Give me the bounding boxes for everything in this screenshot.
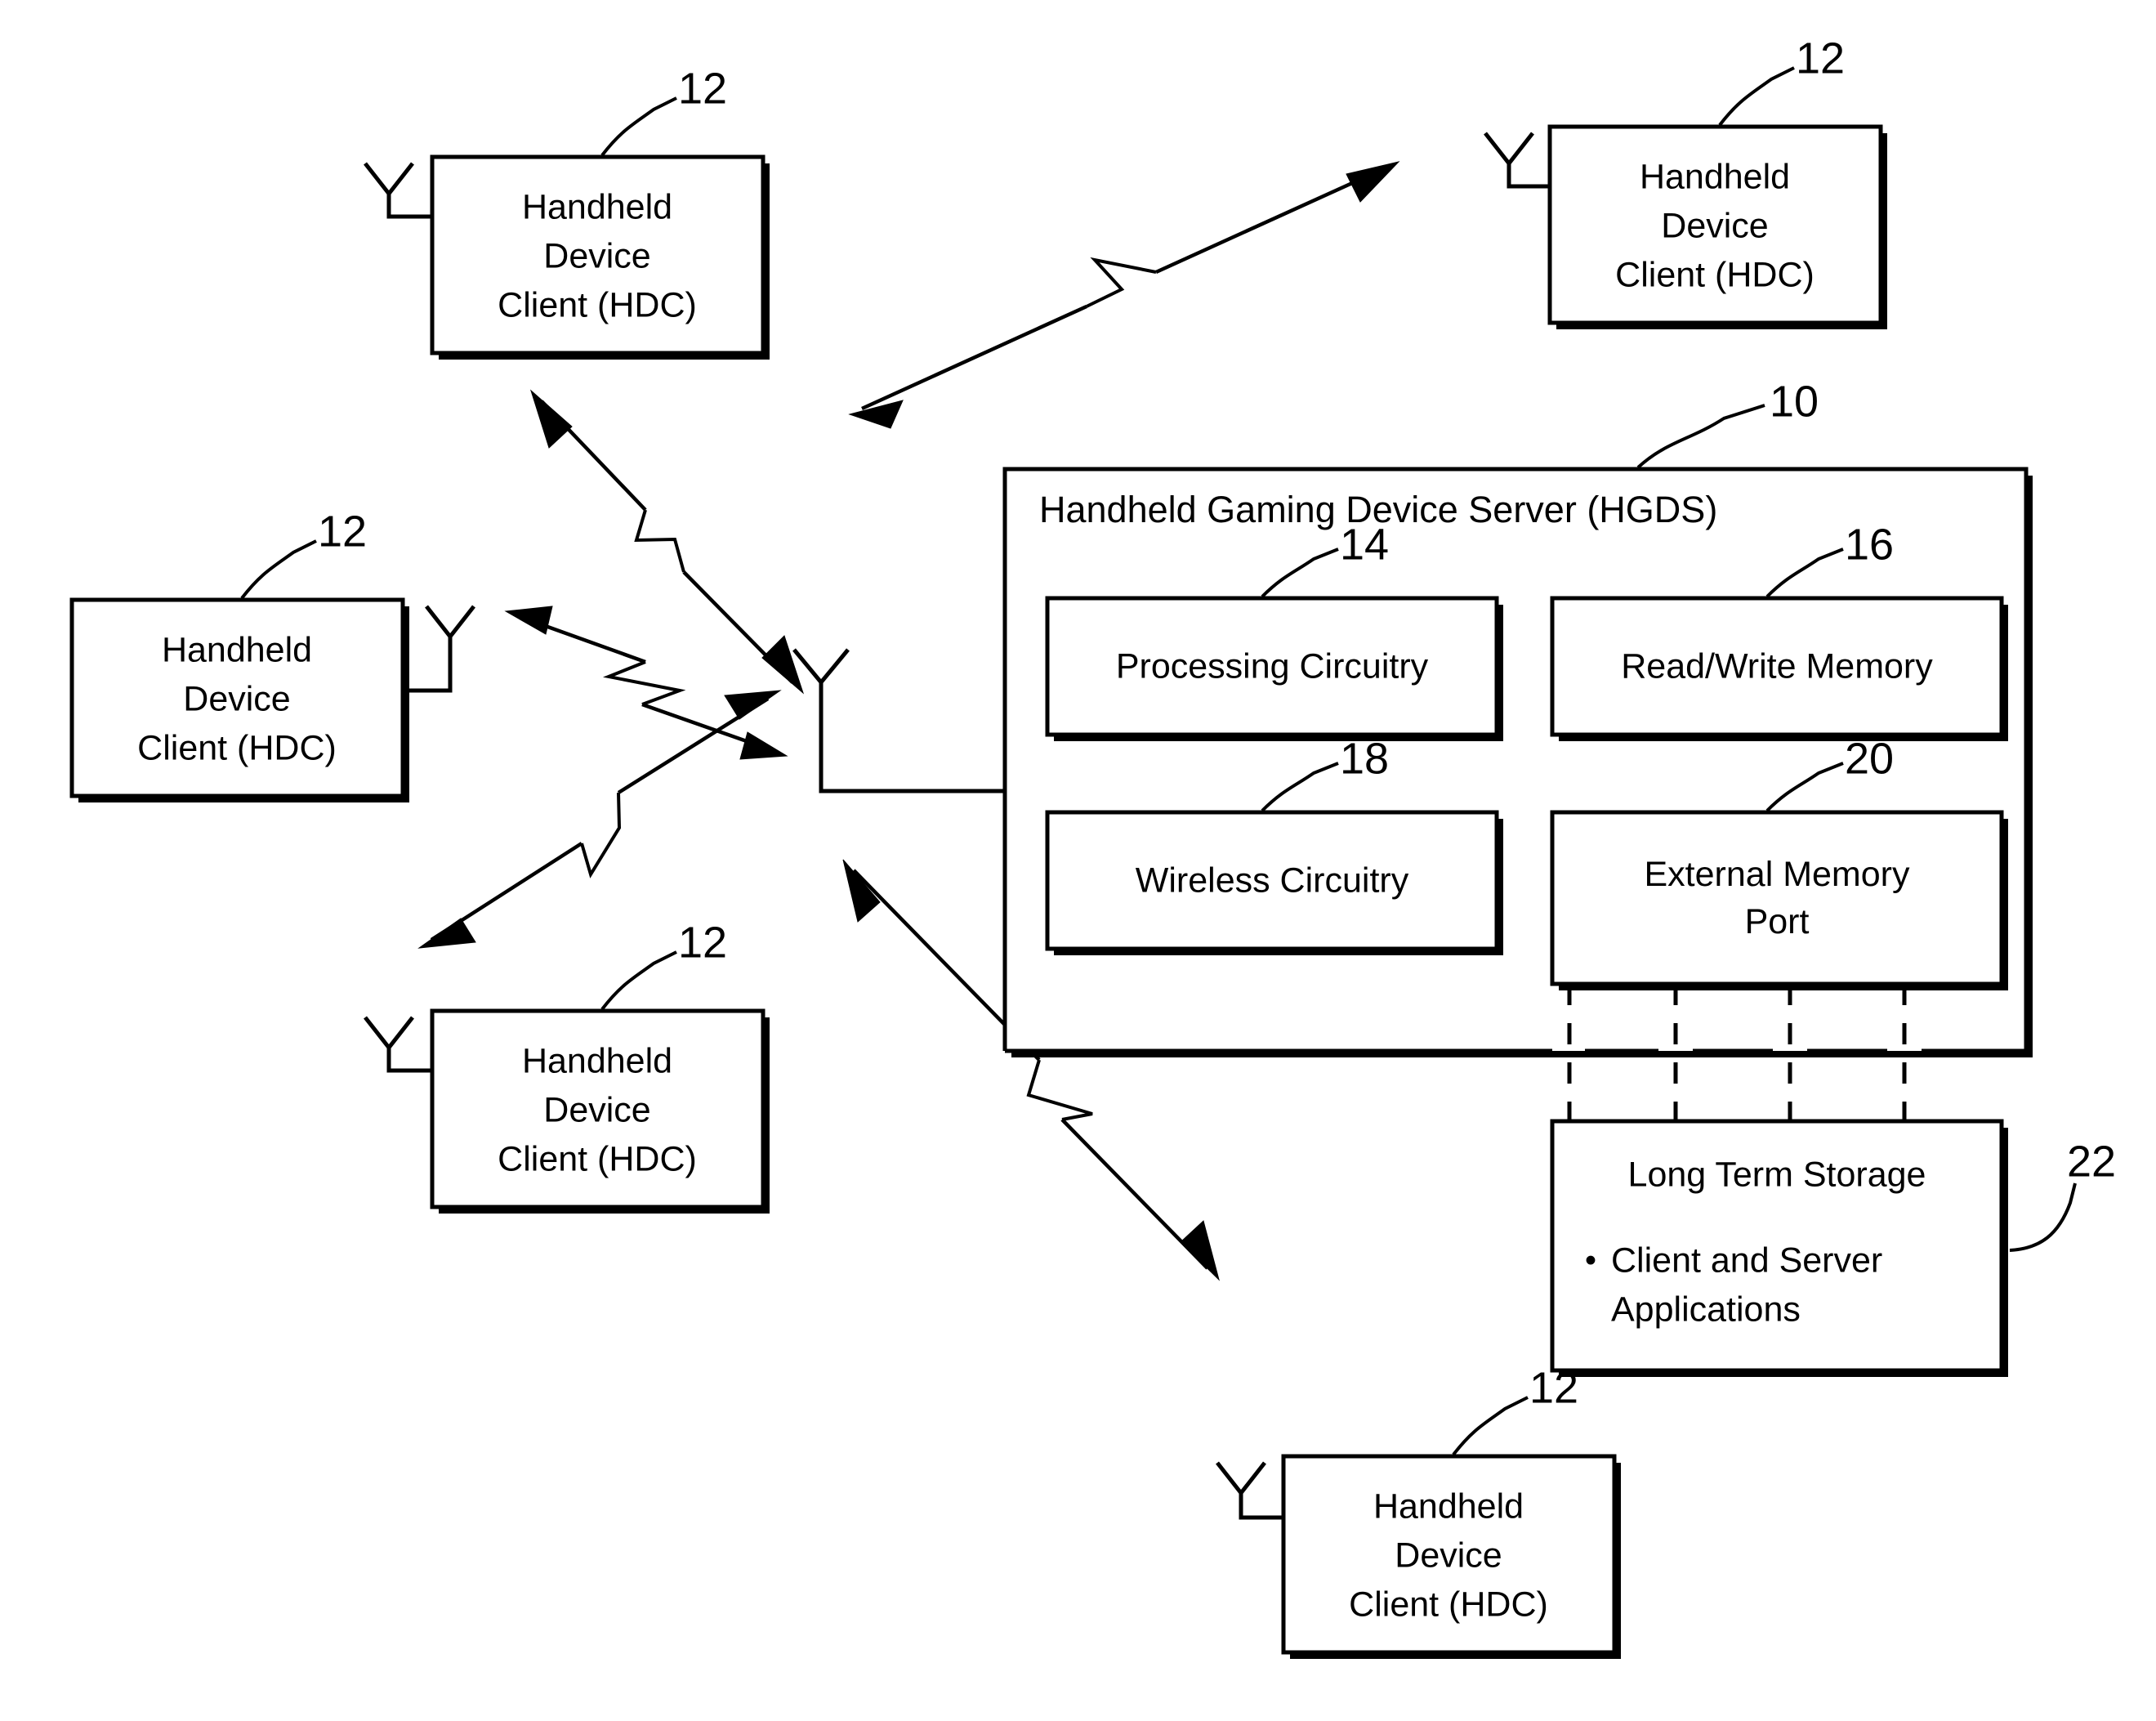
- patent-figure-page: 10 Handheld Gaming Device Server (HGDS) …: [0, 0, 2156, 1721]
- hdc-mid-left-group: Handheld Device Client (HDC) 12: [69, 507, 475, 802]
- hdc-label-line1: Handheld: [522, 187, 672, 226]
- hdc-label-line2: Device: [1395, 1535, 1502, 1575]
- wireless-link-mid-left: [504, 606, 788, 760]
- ref-number-18: 18: [1340, 734, 1389, 783]
- hdc-label-line1: Handheld: [522, 1041, 672, 1080]
- hdc-label-line2: Device: [543, 1090, 650, 1129]
- hdc-lower-left-group: Handheld Device Client (HDC) 12: [364, 918, 770, 1214]
- storage-item-line1: Client and Server: [1611, 1240, 1882, 1280]
- ref-number-12-lower-left: 12: [678, 918, 727, 967]
- ref-number-14: 14: [1340, 520, 1389, 569]
- storage-item-line2: Applications: [1611, 1290, 1801, 1329]
- ref-number-16: 16: [1845, 520, 1894, 569]
- leader-line-10: [1636, 404, 1765, 469]
- antenna-icon-hdc-mid-left: [403, 605, 475, 693]
- component-label-processing-circuitry: Processing Circuitry: [1116, 646, 1429, 686]
- hdc-label-line1: Handheld: [1373, 1486, 1524, 1526]
- ref-number-20: 20: [1845, 734, 1894, 783]
- hdc-label-line3: Client (HDC): [1349, 1585, 1548, 1624]
- leader-line-12-top-right: [1718, 66, 1795, 127]
- antenna-icon-hdc-top-right: [1484, 132, 1551, 189]
- wireless-link-top: [848, 161, 1400, 429]
- antenna-icon-hdc-top-left: [364, 162, 433, 219]
- bullet-glyph: •: [1585, 1243, 1596, 1279]
- ref-number-22: 22: [2067, 1137, 2116, 1186]
- antenna-icon-hdc-bottom: [1216, 1461, 1284, 1520]
- wireless-link-upper-left: [529, 389, 805, 695]
- component-box-external-memory-port: [1550, 810, 2004, 986]
- ref-number-10: 10: [1770, 377, 1819, 426]
- hdc-label-line3: Client (HDC): [1615, 255, 1815, 294]
- ref-number-12-top-left: 12: [678, 64, 727, 113]
- leader-line-12-top-left: [600, 96, 677, 157]
- component-label-wireless-circuitry: Wireless Circuitry: [1136, 860, 1409, 900]
- ref-number-12-top-right: 12: [1796, 34, 1845, 83]
- hdc-label-line3: Client (HDC): [498, 1139, 697, 1178]
- leader-line-22: [2009, 1182, 2077, 1252]
- hdc-bottom-group: Handheld Device Client (HDC) 12: [1216, 1363, 1621, 1659]
- leader-line-12-mid-left: [240, 539, 317, 600]
- hdc-label-line1: Handheld: [162, 630, 312, 669]
- leader-line-12-bottom: [1452, 1396, 1529, 1456]
- hdc-label-line2: Device: [183, 679, 290, 718]
- hdc-label-line1: Handheld: [1640, 157, 1790, 196]
- hdc-label-line3: Client (HDC): [498, 285, 697, 324]
- hdc-top-right-group: Handheld Device Client (HDC) 12: [1484, 34, 1887, 329]
- hub-antenna-icon: [792, 648, 1007, 793]
- hdc-label-line2: Device: [1661, 206, 1768, 245]
- ref-number-12-bottom: 12: [1529, 1363, 1578, 1412]
- hdc-label-line3: Client (HDC): [137, 728, 337, 767]
- network-diagram-canvas: 10 Handheld Gaming Device Server (HGDS) …: [69, 34, 2116, 1659]
- leader-line-12-lower-left: [600, 950, 677, 1011]
- wireless-link-lower-left: [417, 690, 782, 949]
- hdc-top-left-group: Handheld Device Client (HDC) 12: [364, 64, 770, 360]
- ref-number-12-mid-left: 12: [318, 507, 367, 556]
- antenna-icon-hdc-lower-left: [364, 1016, 433, 1073]
- hdc-label-line2: Device: [543, 236, 650, 275]
- long-term-storage-title: Long Term Storage: [1628, 1155, 1926, 1194]
- component-label-read-write-memory: Read/Write Memory: [1621, 646, 1933, 686]
